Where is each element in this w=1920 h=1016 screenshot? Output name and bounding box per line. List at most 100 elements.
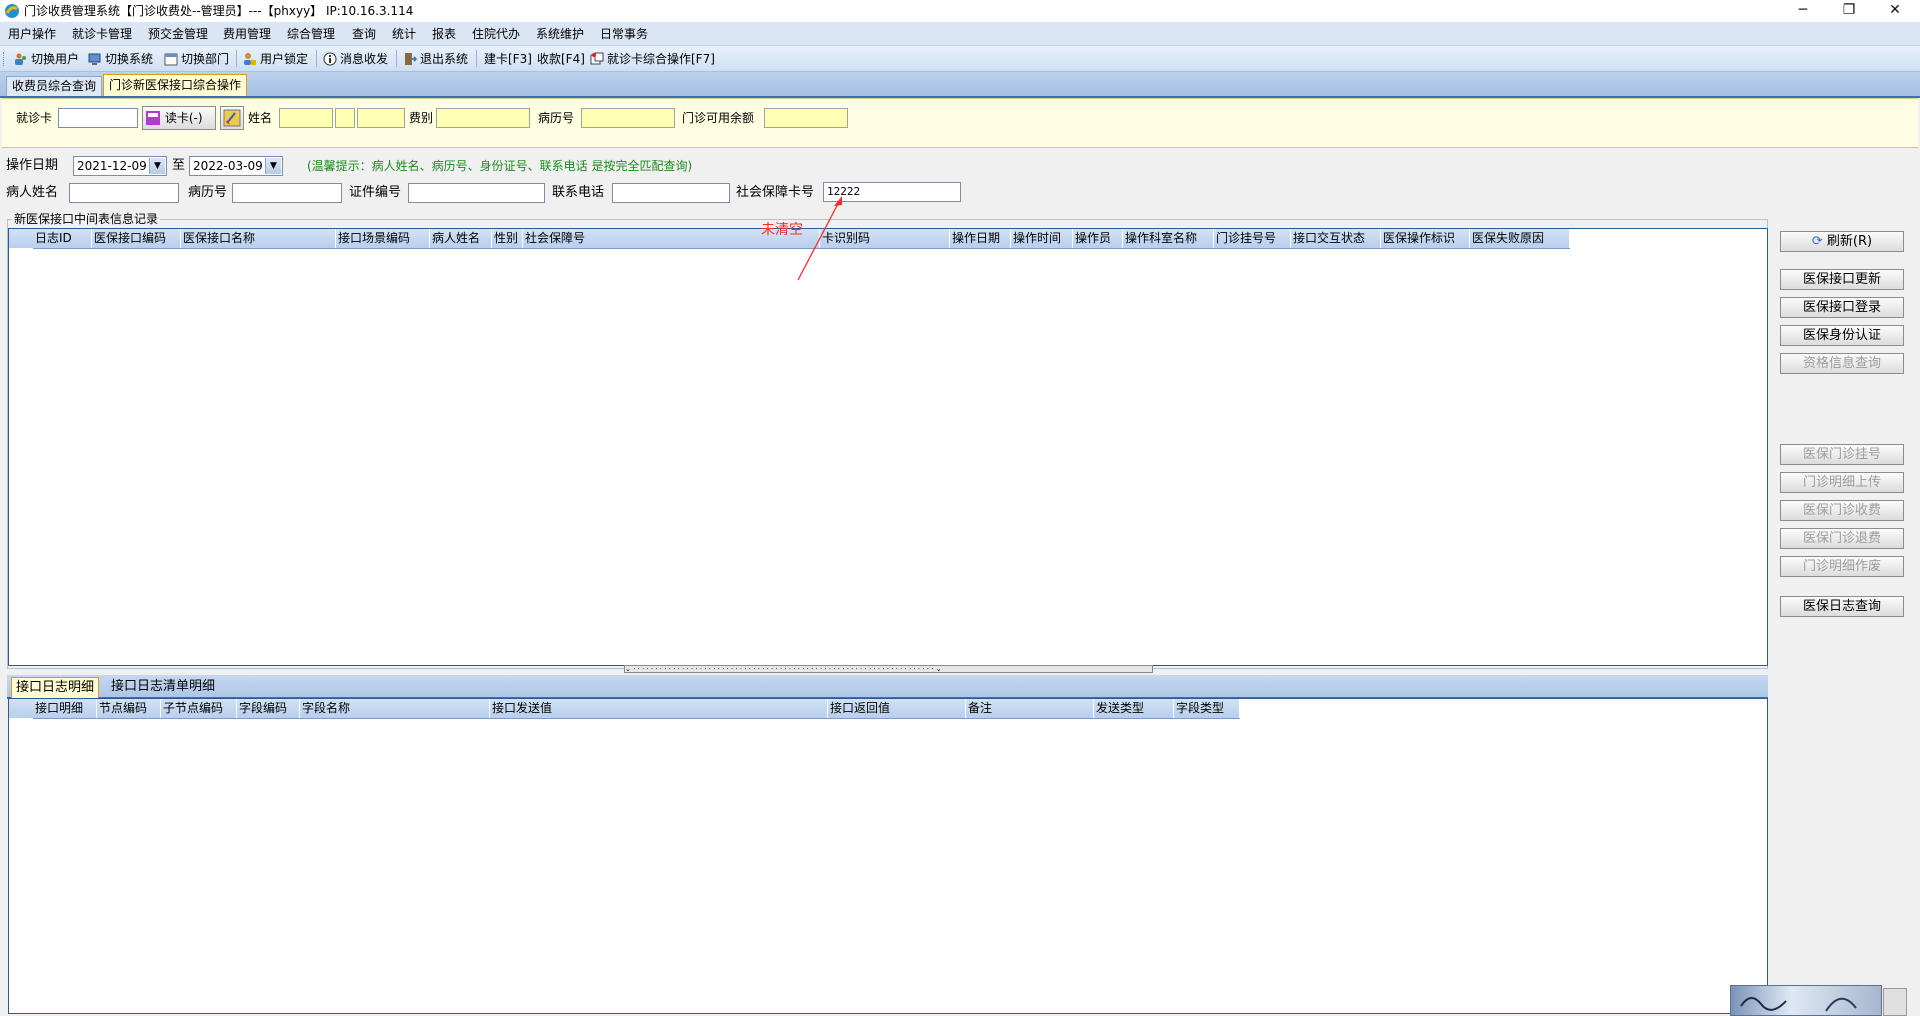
- record-no-filter-label: 病历号: [188, 185, 228, 200]
- col-scene-code[interactable]: 接口场景编码: [336, 229, 430, 248]
- menu-sys-maint[interactable]: 系统维护: [536, 26, 584, 42]
- outpatient-refund-button[interactable]: 医保门诊退费: [1780, 528, 1904, 549]
- annotation-arrow-icon: [797, 196, 842, 281]
- menu-inpatient[interactable]: 住院代办: [472, 26, 520, 42]
- tab-insurance-ops[interactable]: 门诊新医保接口综合操作: [103, 74, 248, 96]
- record-no-label: 病历号: [538, 111, 575, 125]
- maximize-button[interactable]: ❐: [1826, 0, 1872, 22]
- chevron-down-icon[interactable]: ▼: [149, 158, 165, 174]
- identity-auth-button[interactable]: 医保身份认证: [1780, 325, 1904, 346]
- tab-log-detail[interactable]: 接口日志明细: [11, 677, 100, 698]
- tab-cashier-query[interactable]: 收费员综合查询: [6, 76, 103, 96]
- col-fail-reason[interactable]: 医保失败原因: [1470, 229, 1570, 248]
- menu-daily[interactable]: 日常事务: [600, 26, 648, 42]
- col-node-code[interactable]: 节点编码: [97, 699, 161, 718]
- date-label: 操作日期: [6, 158, 59, 173]
- log-detail-grid[interactable]: 接口明细 节点编码 子节点编码 字段编码 字段名称 接口发送值 接口返回值 备注…: [8, 698, 1768, 1014]
- qualification-query-button[interactable]: 资格信息查询: [1780, 353, 1904, 374]
- age-input[interactable]: [357, 108, 405, 128]
- switch-dept-label: 切换部门: [181, 52, 230, 66]
- name-input[interactable]: [279, 108, 333, 128]
- menu-user-ops[interactable]: 用户操作: [8, 26, 56, 42]
- refresh-button[interactable]: ⟳ 刷新(R): [1780, 231, 1904, 252]
- chevron-down-icon[interactable]: ▼: [265, 158, 281, 174]
- outpatient-register-button[interactable]: 医保门诊挂号: [1780, 444, 1904, 465]
- col-subnode-code[interactable]: 子节点编码: [161, 699, 237, 718]
- col-op-time[interactable]: 操作时间: [1011, 229, 1073, 248]
- build-card-button[interactable]: 建卡[F3]: [484, 51, 532, 67]
- minimize-button[interactable]: ─: [1780, 0, 1826, 22]
- name-label: 姓名: [248, 111, 273, 125]
- col-op-date[interactable]: 操作日期: [950, 229, 1011, 248]
- menu-card-mgmt[interactable]: 就诊卡管理: [72, 26, 132, 42]
- menu-fee-mgmt[interactable]: 费用管理: [223, 26, 271, 42]
- card-ops-button[interactable]: 就诊卡综合操作[F7]: [590, 51, 715, 67]
- switch-system-button[interactable]: 切换系统: [88, 51, 153, 67]
- col-field-type[interactable]: 字段类型: [1174, 699, 1240, 718]
- col-dept-name[interactable]: 操作科室名称: [1123, 229, 1214, 248]
- exit-system-button[interactable]: 退出系统: [403, 51, 468, 67]
- toolbar-separator: [396, 50, 397, 67]
- col-detail[interactable]: 接口明细: [33, 699, 97, 718]
- record-no-filter-input[interactable]: [232, 183, 342, 203]
- fee-type-input[interactable]: [436, 108, 530, 128]
- col-field-name[interactable]: 字段名称: [300, 699, 490, 718]
- col-send-value[interactable]: 接口发送值: [490, 699, 828, 718]
- info-icon: [323, 52, 337, 66]
- patient-name-input[interactable]: [69, 183, 179, 203]
- switch-user-button[interactable]: 切换用户: [14, 51, 79, 67]
- switch-dept-button[interactable]: 切换部门: [164, 51, 229, 67]
- read-card-button[interactable]: 读卡(-): [142, 106, 216, 130]
- log-query-button[interactable]: 医保日志查询: [1780, 596, 1904, 617]
- id-no-label: 证件编号: [349, 185, 402, 200]
- menu-query[interactable]: 查询: [352, 26, 376, 42]
- splitter-handle[interactable]: ⌄ · · · · · · · · · · · · · · · · · · · …: [624, 665, 1153, 673]
- col-log-id[interactable]: 日志ID: [33, 229, 92, 248]
- lock-user-button[interactable]: 用户锁定: [243, 51, 308, 67]
- refresh-icon: ⟳: [1811, 234, 1823, 249]
- id-no-input[interactable]: [408, 183, 545, 203]
- date-to-picker[interactable]: 2022-03-09 ▼: [189, 156, 283, 176]
- card-input[interactable]: [58, 108, 138, 128]
- taskbar-thumbnail[interactable]: [1730, 985, 1882, 1016]
- clear-button[interactable]: [220, 106, 244, 130]
- col-reg-no[interactable]: 门诊挂号号: [1214, 229, 1291, 248]
- col-api-name[interactable]: 医保接口名称: [181, 229, 336, 248]
- balance-input[interactable]: [764, 108, 848, 128]
- app-logo-icon: [5, 4, 19, 18]
- col-operator[interactable]: 操作员: [1073, 229, 1123, 248]
- phone-input[interactable]: [612, 183, 730, 203]
- gender-input[interactable]: [335, 108, 355, 128]
- close-button[interactable]: ✕: [1872, 0, 1918, 22]
- tab-strip: 收费员综合查询 门诊新医保接口综合操作: [0, 72, 1920, 98]
- api-update-button[interactable]: 医保接口更新: [1780, 269, 1904, 290]
- col-return-value[interactable]: 接口返回值: [828, 699, 966, 718]
- messages-button[interactable]: 消息收发: [323, 51, 388, 67]
- menu-general-mgmt[interactable]: 综合管理: [287, 26, 335, 42]
- record-no-input[interactable]: [581, 108, 675, 128]
- scroll-corner: [1883, 988, 1907, 1016]
- col-gender[interactable]: 性别: [492, 229, 523, 248]
- menu-reports[interactable]: 报表: [432, 26, 456, 42]
- col-field-code[interactable]: 字段编码: [237, 699, 300, 718]
- switch-user-label: 切换用户: [31, 52, 80, 66]
- menu-stats[interactable]: 统计: [392, 26, 416, 42]
- detail-upload-button[interactable]: 门诊明细上传: [1780, 472, 1904, 493]
- menu-deposit-mgmt[interactable]: 预交金管理: [148, 26, 208, 42]
- patient-name-label: 病人姓名: [6, 185, 59, 200]
- detail-void-button[interactable]: 门诊明细作废: [1780, 556, 1904, 577]
- col-api-code[interactable]: 医保接口编码: [92, 229, 181, 248]
- insurance-log-grid[interactable]: 日志ID 医保接口编码 医保接口名称 接口场景编码 病人姓名 性别 社会保障号 …: [8, 228, 1768, 666]
- col-patient-name[interactable]: 病人姓名: [430, 229, 492, 248]
- charge-button[interactable]: 收款[F4]: [537, 51, 585, 67]
- date-from-picker[interactable]: 2021-12-09 ▼: [73, 156, 167, 176]
- api-login-button[interactable]: 医保接口登录: [1780, 297, 1904, 318]
- col-remark[interactable]: 备注: [966, 699, 1094, 718]
- col-send-type[interactable]: 发送类型: [1094, 699, 1174, 718]
- tab-log-list-detail[interactable]: 接口日志清单明细: [107, 677, 219, 697]
- outpatient-charge-button[interactable]: 医保门诊收费: [1780, 500, 1904, 521]
- col-status[interactable]: 接口交互状态: [1291, 229, 1381, 248]
- col-op-flag[interactable]: 医保操作标识: [1381, 229, 1470, 248]
- patient-info-panel: 就诊卡 读卡(-) 姓名 费别 病历号 门诊可用余额: [2, 98, 1918, 148]
- date-to-value: 2022-03-09: [193, 159, 263, 173]
